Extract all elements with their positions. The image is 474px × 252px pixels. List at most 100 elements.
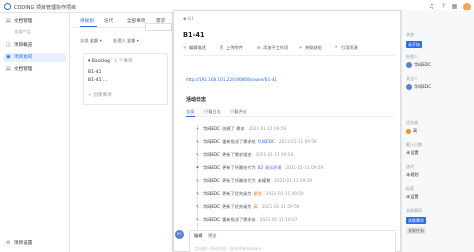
handler-value[interactable]: 华网EDC xyxy=(406,62,431,68)
relation-tag[interactable]: 关联任务 xyxy=(406,227,426,234)
sidebar-item-docs-2[interactable]: ▤ 文档管理 xyxy=(4,65,66,74)
create-issue-button[interactable]: + 创建事项 xyxy=(88,92,112,98)
iteration-value[interactable]: 未规划 xyxy=(406,172,419,178)
avatar xyxy=(406,62,412,68)
watcher-value[interactable]: 华网EDC xyxy=(406,84,431,90)
tab-all-activity[interactable]: 全部 xyxy=(186,109,194,115)
activity-item: + 华网EDC 创建了 需求 2021-01-11 09:59 xyxy=(194,125,286,133)
activity-desc: 更新了优先级为 xyxy=(222,191,252,196)
overview-icon: ◫ xyxy=(6,42,11,48)
activity-tabs: 全部 只看日志 只看评论 xyxy=(186,109,396,117)
tab-all[interactable]: 全部事项 xyxy=(127,18,145,24)
sidebar-item-collab[interactable]: ▣ 项目协同 xyxy=(4,53,66,62)
backlog-header[interactable]: ▾ Backlog 1 个事项 xyxy=(88,58,133,64)
relation-tag[interactable]: 关联需求 xyxy=(406,217,426,224)
project-title[interactable]: CODING 项目管理协作项目 xyxy=(14,4,76,11)
activity-time: 2021-01-11 09:59 xyxy=(274,178,313,183)
relations-label: 关联事项 xyxy=(406,208,422,213)
activity-item: ✎ 华网EDC 更新了需求描述 2021-01-11 09:59 xyxy=(194,151,294,159)
due-label: 截止日期 xyxy=(406,142,422,147)
tab-preview[interactable]: 预览 xyxy=(208,233,216,239)
gear-icon: ⚙ xyxy=(6,240,11,246)
activity-tag: 高 xyxy=(253,204,258,209)
activity-item: ⚑ 华网EDC 更新了所属迭代为 B2-测试环境 2021-01-11 09:59 xyxy=(194,164,324,172)
activity-user[interactable]: 华网EDC xyxy=(203,191,220,196)
issue-detail-panel: ◆ B1 B1-41 ✎ 编辑描述 ⎘ 上传附件 ⊞ 添加子工作项 ⚭ 关联缺陷 ❝ 引用… xyxy=(173,10,401,252)
activity-item: ✎ 华网EDC 更新了优先级为 紧急 2021-01-11 09:59 xyxy=(194,190,304,198)
search-input[interactable] xyxy=(145,23,172,31)
activity-user[interactable]: 华网EDC xyxy=(203,217,220,222)
activity-user[interactable]: 华网EDC xyxy=(203,126,220,131)
activity-title: 活动日志 xyxy=(186,97,207,103)
activity-user[interactable]: 华网EDC xyxy=(203,178,220,183)
sidebar-item-overview[interactable]: ◫ 项目概览 xyxy=(4,41,66,50)
divider xyxy=(183,55,395,56)
activity-item: ✎ 华网EDC 重新指派了需求给 2021-01-11 10:07 xyxy=(194,216,298,224)
comment-box[interactable]: 编辑 预览 点击输入评论内容（支持 Markdown） xyxy=(189,230,396,252)
activity-user[interactable]: 华网EDC xyxy=(203,165,220,170)
tag-value[interactable]: 未设置 xyxy=(406,194,419,200)
issue-url-link[interactable]: http://192.168.101.220:8080/browse/B1-41 xyxy=(186,77,277,82)
edit-icon: ✎ xyxy=(195,217,200,222)
add-child-button[interactable]: ⊞ 添加子工作项 xyxy=(257,44,288,52)
activity-time: 2021-01-11 09:59 xyxy=(278,139,317,144)
activity-time: 2021-01-11 09:59 xyxy=(248,126,287,131)
activity-desc: 更新了需求描述 xyxy=(222,152,252,157)
link-defect-button[interactable]: ⚭ 关联缺陷 xyxy=(299,44,322,52)
attach-icon: ⎘ xyxy=(220,45,224,50)
status-badge[interactable]: 未开始 xyxy=(406,41,422,48)
activity-user[interactable]: 华网EDC xyxy=(203,139,220,144)
tab-comments-only[interactable]: 只看评论 xyxy=(230,109,247,115)
activity-time: 2021-01-11 09:59 xyxy=(285,165,324,170)
list-item[interactable]: B1-41 ... xyxy=(88,78,107,83)
add-child-icon: ⊞ xyxy=(257,45,261,50)
chevron-down-icon: ▾ xyxy=(99,38,102,43)
sidebar-item-settings[interactable]: ⚙ 项目设置 xyxy=(4,239,66,248)
quote-resource-button[interactable]: ❝ 引用资源 xyxy=(335,44,358,52)
activity-time: 2021-01-11 09:59 xyxy=(255,152,294,157)
edit-icon: ✎ xyxy=(195,204,200,209)
activity-desc: 更新了所属迭代为 xyxy=(222,165,256,170)
activity-desc: 创建了 需求 xyxy=(222,126,245,131)
activity-user[interactable]: 华网EDC xyxy=(203,152,220,157)
activity-user[interactable]: 华网EDC xyxy=(203,204,220,209)
upload-attachment-button[interactable]: ⎘ 上传附件 xyxy=(220,44,243,52)
link-icon: ⚭ xyxy=(299,45,303,50)
logo[interactable] xyxy=(4,3,11,10)
watcher-label: 关注人 xyxy=(406,76,418,81)
collab-icon: ▣ xyxy=(6,54,11,60)
grid-icon[interactable]: ▦ xyxy=(451,3,458,10)
priority-value[interactable]: 高 xyxy=(406,128,417,134)
handler-filter[interactable]: 处理人 全部 ▾ xyxy=(113,38,139,44)
doc-icon: ▤ xyxy=(6,18,11,24)
issue-title[interactable]: B1-41 xyxy=(183,31,205,39)
activity-tag: B2-测试环境 xyxy=(257,165,282,170)
activity-desc: 更新了优先级为 xyxy=(222,204,252,209)
activity-tag: 未规划 xyxy=(257,178,271,183)
type-filter[interactable]: 全部 全部 ▾ xyxy=(80,38,102,44)
activity-time: 2021-01-11 09:59 xyxy=(261,204,300,209)
sidebar-section-label: 全部产品 xyxy=(14,29,31,34)
tab-logs-only[interactable]: 只看日志 xyxy=(204,109,221,115)
activity-time: 2021-01-11 09:59 xyxy=(265,191,304,196)
tab-backlog[interactable]: 待规划 xyxy=(80,18,94,24)
avatar xyxy=(406,84,412,90)
doc-icon: ▤ xyxy=(6,66,11,72)
status-label: 状态 xyxy=(406,32,414,37)
iteration-label: 迭代 xyxy=(406,164,414,169)
activity-item: ✎ 华网EDC 重新指派了需求给 华网EDC 2021-01-11 09:59 xyxy=(194,138,317,146)
edit-description-button[interactable]: ✎ 编辑描述 xyxy=(183,44,206,52)
bell-icon[interactable]: ♫ xyxy=(428,3,435,10)
comment-input[interactable]: 点击输入评论内容（支持 Markdown） xyxy=(194,246,264,252)
activity-item: ✎ 华网EDC 更新了所属迭代为 未规划 2021-01-11 09:59 xyxy=(194,177,312,185)
tab-edit[interactable]: 编辑 xyxy=(194,233,202,239)
help-icon[interactable]: ? xyxy=(440,3,447,10)
tab-underline xyxy=(80,26,97,27)
due-value[interactable]: 未设置 xyxy=(406,150,419,156)
sidebar: ▤ 文档管理 全部产品 ◫ 项目概览 ▣ 项目协同 ▤ 文档管理 ⚙ 项目设置 xyxy=(0,13,70,252)
priority-label: 优先级 xyxy=(406,120,418,125)
sidebar-item-docs[interactable]: ▤ 文档管理 xyxy=(4,17,66,26)
properties-panel: 状态 未开始 处理人 华网EDC 关注人 华网EDC 优先级 高 截止日期 未设… xyxy=(401,10,474,252)
tab-iteration[interactable]: 迭代 xyxy=(104,18,113,24)
list-item[interactable]: B1-41 xyxy=(88,70,102,75)
